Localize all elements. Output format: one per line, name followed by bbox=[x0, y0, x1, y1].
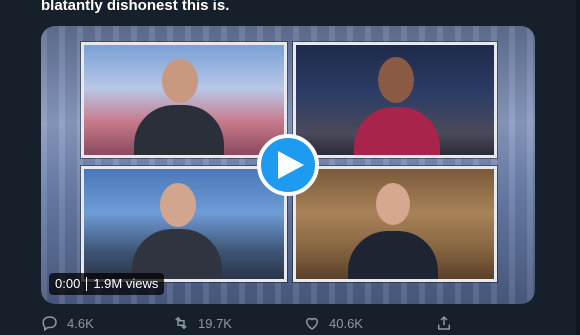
tweet-actions: 4.6K 19.7K 40.6K bbox=[41, 314, 541, 335]
reply-count: 4.6K bbox=[67, 315, 94, 331]
person-figure bbox=[348, 231, 438, 279]
play-button[interactable] bbox=[257, 134, 319, 196]
reply-button[interactable]: 4.6K bbox=[41, 314, 94, 332]
retweet-button[interactable]: 19.7K bbox=[172, 314, 232, 332]
video-tile-bottom-right bbox=[293, 166, 497, 282]
person-head bbox=[162, 59, 198, 103]
share-icon bbox=[438, 315, 450, 330]
retweet-icon bbox=[175, 316, 187, 330]
person-figure bbox=[354, 107, 440, 155]
video-current-time: 0:00 bbox=[55, 276, 81, 291]
like-button[interactable]: 40.6K bbox=[303, 314, 363, 332]
like-icon bbox=[305, 317, 319, 330]
retweet-count: 19.7K bbox=[198, 315, 232, 331]
person-head bbox=[376, 183, 410, 225]
reply-icon bbox=[42, 316, 57, 332]
video-info-badge: 0:00 1.9M views bbox=[49, 273, 165, 295]
video-tile-top-left bbox=[81, 42, 287, 158]
video-views: 1.9M views bbox=[93, 276, 159, 291]
video-player[interactable]: 0:00 1.9M views bbox=[41, 26, 535, 304]
like-count: 40.6K bbox=[329, 315, 363, 331]
person-head bbox=[160, 183, 196, 227]
scrollbar-edge bbox=[576, 0, 580, 335]
person-figure bbox=[134, 105, 224, 155]
person-head bbox=[378, 57, 414, 103]
video-tile-bottom-left bbox=[81, 166, 287, 282]
divider bbox=[86, 277, 88, 291]
video-tile-top-right bbox=[293, 42, 497, 158]
share-button[interactable] bbox=[435, 314, 453, 332]
play-icon bbox=[277, 151, 304, 179]
tweet-text: blatantly dishonest this is. bbox=[41, 0, 230, 14]
person-figure bbox=[132, 229, 222, 279]
